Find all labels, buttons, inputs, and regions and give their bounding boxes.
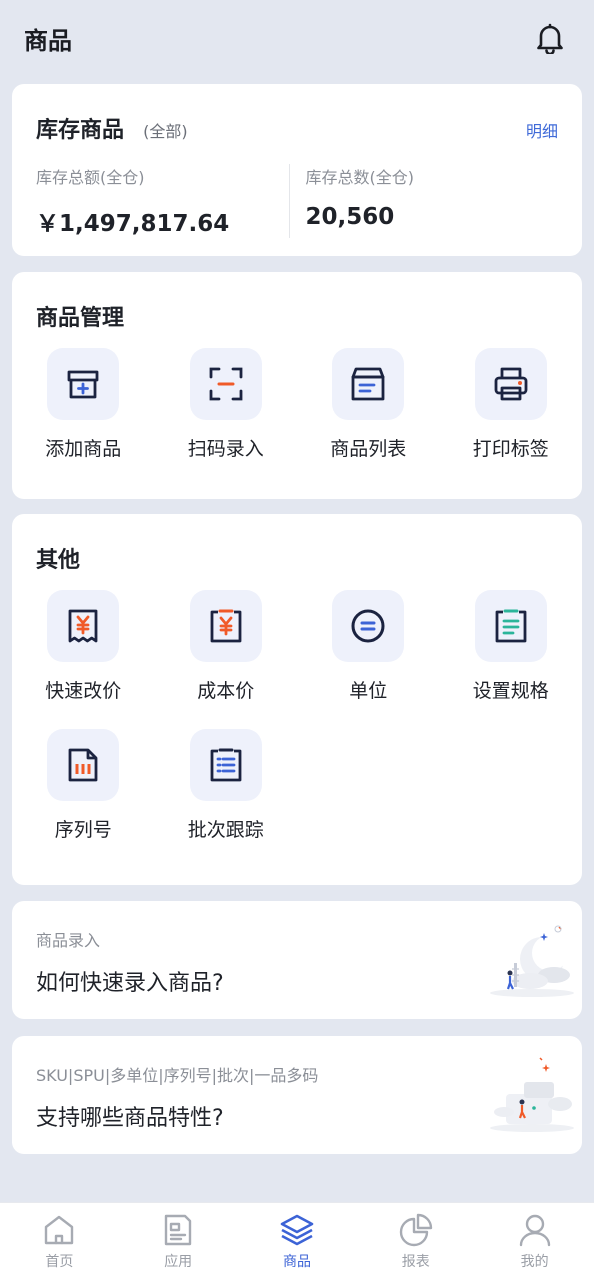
promo-card-features[interactable]: SKU|SPU|多单位|序列号|批次|一品多码 支持哪些商品特性? xyxy=(12,1036,582,1154)
tab-home-label: 首页 xyxy=(45,1254,74,1270)
top-header: 商品 xyxy=(0,0,594,76)
other-card: 其他 快速改价 成本价 单位 设置规格 序列号 批次跟踪 xyxy=(12,514,582,885)
stock-amount-stat: 库存总额(全仓) ￥1,497,817.64 xyxy=(36,164,289,238)
promo-card-quick-entry[interactable]: 商品录入 如何快速录入商品? xyxy=(12,901,582,1019)
bell-icon[interactable] xyxy=(534,22,566,54)
scan-entry-label: 扫码录入 xyxy=(187,438,264,460)
scan-icon xyxy=(189,348,262,420)
inventory-title: 库存商品 xyxy=(36,118,125,143)
pie-chart-icon xyxy=(399,1213,432,1247)
scan-entry-button[interactable]: 扫码录入 xyxy=(155,348,298,461)
bottom-tab-bar: 首页 应用 商品 报表 我的 xyxy=(0,1202,594,1280)
moon-illustration xyxy=(484,919,576,1005)
apps-icon xyxy=(164,1214,192,1246)
promo-title: 如何快速录入商品? xyxy=(36,971,224,996)
serial-number-icon xyxy=(47,729,120,801)
promo-title: 支持哪些商品特性? xyxy=(36,1106,224,1131)
stock-count-label: 库存总数(全仓) xyxy=(305,168,415,187)
tab-apps-label: 应用 xyxy=(164,1254,193,1270)
serial-number-button[interactable]: 序列号 xyxy=(12,729,155,842)
tab-apps[interactable]: 应用 xyxy=(119,1203,238,1280)
quick-price-button[interactable]: 快速改价 xyxy=(12,590,155,703)
stock-count-stat: 库存总数(全仓) 20,560 xyxy=(288,164,559,238)
user-icon xyxy=(519,1214,550,1247)
page-title: 商品 xyxy=(24,26,72,55)
add-product-icon xyxy=(47,348,120,420)
inventory-scope: (全部) xyxy=(143,122,188,141)
cost-price-icon xyxy=(189,590,262,662)
cost-price-button[interactable]: 成本价 xyxy=(155,590,298,703)
set-spec-label: 设置规格 xyxy=(472,680,549,702)
stock-amount-value: ￥1,497,817.64 xyxy=(36,211,230,237)
unit-label: 单位 xyxy=(349,680,388,702)
product-list-button[interactable]: 商品列表 xyxy=(297,348,440,461)
product-list-icon xyxy=(332,348,405,420)
product-management-card: 商品管理 添加商品 扫码录入 商品列表 打印标签 xyxy=(12,272,582,499)
serial-number-label: 序列号 xyxy=(54,819,112,841)
quick-price-label: 快速改价 xyxy=(45,680,122,702)
home-icon xyxy=(45,1215,74,1245)
batch-tracking-button[interactable]: 批次跟踪 xyxy=(155,729,298,842)
promo-subtitle: 商品录入 xyxy=(36,931,101,950)
section-title-other: 其他 xyxy=(36,548,81,573)
price-receipt-icon xyxy=(47,590,120,662)
tab-reports[interactable]: 报表 xyxy=(356,1203,475,1280)
layers-icon xyxy=(280,1214,314,1246)
stock-amount-label: 库存总额(全仓) xyxy=(36,168,145,187)
print-label-label: 打印标签 xyxy=(472,438,549,460)
batch-tracking-label: 批次跟踪 xyxy=(187,819,264,841)
printer-icon xyxy=(474,348,547,420)
unit-button[interactable]: 单位 xyxy=(297,590,440,703)
set-spec-button[interactable]: 设置规格 xyxy=(440,590,583,703)
features-illustration xyxy=(484,1054,576,1140)
tab-home[interactable]: 首页 xyxy=(0,1203,119,1280)
tab-products-label: 商品 xyxy=(282,1254,311,1270)
cost-price-label: 成本价 xyxy=(197,680,255,702)
print-label-button[interactable]: 打印标签 xyxy=(440,348,583,461)
stock-count-value: 20,560 xyxy=(305,204,395,230)
section-title-management: 商品管理 xyxy=(36,306,125,331)
tab-reports-label: 报表 xyxy=(401,1254,430,1270)
tab-me[interactable]: 我的 xyxy=(475,1203,594,1280)
product-list-label: 商品列表 xyxy=(330,438,407,460)
spec-icon xyxy=(474,590,547,662)
detail-link[interactable]: 明细 xyxy=(526,118,558,142)
inventory-card: 库存商品 (全部) 明细 库存总额(全仓) ￥1,497,817.64 库存总数… xyxy=(12,84,582,256)
promo-subtitle: SKU|SPU|多单位|序列号|批次|一品多码 xyxy=(36,1066,319,1085)
tab-products[interactable]: 商品 xyxy=(238,1203,357,1280)
tab-me-label: 我的 xyxy=(520,1254,549,1270)
add-product-button[interactable]: 添加商品 xyxy=(12,348,155,461)
unit-icon xyxy=(332,590,405,662)
add-product-label: 添加商品 xyxy=(45,438,122,460)
batch-tracking-icon xyxy=(189,729,262,801)
